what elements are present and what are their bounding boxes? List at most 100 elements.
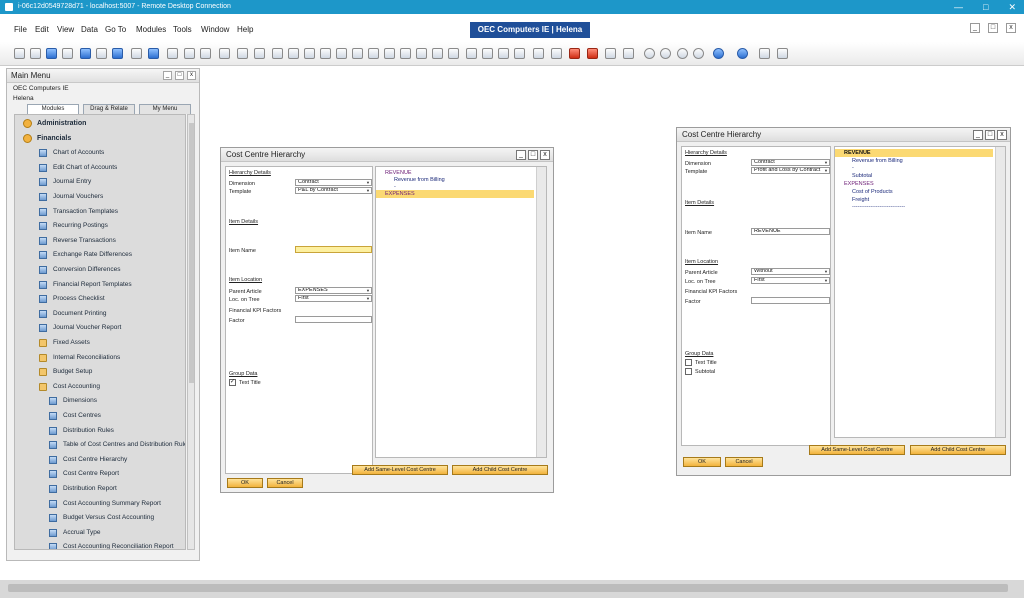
dashboard-icon[interactable] — [605, 48, 616, 59]
add-icon[interactable] — [184, 48, 195, 59]
loc-on-tree-select[interactable]: First — [295, 295, 372, 302]
first-record-icon[interactable] — [200, 48, 211, 59]
activity-icon[interactable] — [416, 48, 427, 59]
related-activity-icon[interactable] — [432, 48, 443, 59]
sidebar-item-cost-centres[interactable]: Cost Centres — [15, 409, 185, 423]
sidebar-item-accrual-type[interactable]: Accrual Type — [15, 526, 185, 540]
close-icon[interactable]: x — [187, 71, 196, 80]
sidebar-item-cost-accounting[interactable]: Cost Accounting — [15, 380, 185, 394]
layout-designer-icon[interactable] — [482, 48, 493, 59]
menu-goto[interactable]: Go To — [105, 25, 126, 34]
sidebar-item-transaction-templates[interactable]: Transaction Templates — [15, 205, 185, 219]
email-icon[interactable] — [46, 48, 57, 59]
last-record-icon[interactable] — [254, 48, 265, 59]
close-windows-icon[interactable] — [777, 48, 788, 59]
tab-modules[interactable]: Modules — [27, 104, 79, 114]
ok-button[interactable]: OK — [683, 457, 721, 467]
menu-edit[interactable]: Edit — [35, 25, 49, 34]
document-settings-icon[interactable] — [448, 48, 459, 59]
loc-on-tree-select[interactable]: First — [751, 277, 830, 284]
sidebar-item-exchange-rate-differences[interactable]: Exchange Rate Differences — [15, 248, 185, 262]
group-icon[interactable] — [660, 48, 671, 59]
tree-item-expenses[interactable]: EXPENSES — [844, 181, 874, 187]
base-document-icon[interactable] — [320, 48, 331, 59]
maximize-icon[interactable]: □ — [985, 130, 995, 140]
maximize-icon[interactable]: □ — [175, 71, 184, 80]
sidebar-item-journal-voucher-report[interactable]: Journal Voucher Report — [15, 321, 185, 335]
tree-item-expenses[interactable]: EXPENSES — [385, 191, 415, 197]
factor-input[interactable] — [295, 316, 372, 323]
refresh-icon[interactable] — [272, 48, 283, 59]
sidebar-item-financials[interactable]: Financials — [15, 132, 185, 146]
export-pdf-icon[interactable] — [112, 48, 123, 59]
tab-my-menu[interactable]: My Menu — [139, 104, 191, 114]
app-minimize-icon[interactable]: _ — [970, 23, 980, 33]
text-title-checkbox[interactable]: ✓ — [229, 379, 236, 386]
contacts-icon[interactable] — [677, 48, 688, 59]
query-icon[interactable] — [587, 48, 598, 59]
template-select[interactable]: P&L by Contract — [295, 187, 372, 194]
support-icon[interactable] — [713, 48, 724, 59]
tree-item-cost-of-products[interactable]: Cost of Products — [852, 189, 893, 195]
close-icon[interactable]: x — [997, 130, 1007, 140]
window-layout-icon[interactable] — [759, 48, 770, 59]
sidebar-item-reverse-transactions[interactable]: Reverse Transactions — [15, 234, 185, 248]
sidebar-item-conversion-differences[interactable]: Conversion Differences — [15, 263, 185, 277]
sidebar-item-cost-centre-hierarchy[interactable]: Cost Centre Hierarchy — [15, 453, 185, 467]
sidebar-item-journal-entry[interactable]: Journal Entry — [15, 175, 185, 189]
horizontal-scrollbar[interactable] — [8, 584, 1008, 592]
tree-scrollbar[interactable] — [995, 147, 1005, 437]
sidebar-item-dimensions[interactable]: Dimensions — [15, 394, 185, 408]
dimension-select[interactable]: Contract — [295, 179, 372, 186]
app-close-icon[interactable]: x — [1006, 23, 1016, 33]
menu-help[interactable]: Help — [237, 25, 253, 34]
sidebar-item-journal-vouchers[interactable]: Journal Vouchers — [15, 190, 185, 204]
export-word-icon[interactable] — [96, 48, 107, 59]
dimension-select[interactable]: Contract — [751, 159, 830, 166]
sidebar-item-distribution-rules[interactable]: Distribution Rules — [15, 424, 185, 438]
item-name-input[interactable] — [295, 246, 372, 253]
payment-means-icon[interactable] — [368, 48, 379, 59]
tree-item-separator[interactable]: - — [852, 165, 854, 171]
calendar-icon[interactable] — [533, 48, 544, 59]
next-record-icon[interactable] — [237, 48, 248, 59]
add-child-cost-centre-button[interactable]: Add Child Cost Centre — [452, 465, 548, 475]
export-excel-icon[interactable] — [80, 48, 91, 59]
sidebar-item-financial-report-templates[interactable]: Financial Report Templates — [15, 278, 185, 292]
lock-screen-icon[interactable] — [148, 48, 159, 59]
menu-window[interactable]: Window — [201, 25, 229, 34]
parent-article-select[interactable]: Without — [751, 268, 830, 275]
tree-item-revenue[interactable]: REVENUE — [385, 170, 412, 176]
restore-icon[interactable]: □ — [983, 0, 988, 14]
sidebar-item-table-of-cost-centres-and-distribution-rules[interactable]: Table of Cost Centres and Distribution R… — [15, 438, 185, 452]
sidebar-item-cost-centre-report[interactable]: Cost Centre Report — [15, 467, 185, 481]
add-same-level-cost-centre-button[interactable]: Add Same-Level Cost Centre — [352, 465, 448, 475]
sidebar-item-edit-chart-of-accounts[interactable]: Edit Chart of Accounts — [15, 161, 185, 175]
menu-modules[interactable]: Modules — [136, 25, 166, 34]
tab-drag-relate[interactable]: Drag & Relate — [83, 104, 135, 114]
tree-item-revenue[interactable]: REVENUE — [844, 150, 871, 156]
find-icon[interactable] — [167, 48, 178, 59]
help-icon[interactable] — [737, 48, 748, 59]
sidebar-item-distribution-report[interactable]: Distribution Report — [15, 482, 185, 496]
sidebar-item-budget-versus-cost-accounting[interactable]: Budget Versus Cost Accounting — [15, 511, 185, 525]
alerts-icon[interactable] — [498, 48, 509, 59]
parent-article-select[interactable]: EXPENSES — [295, 287, 372, 294]
launch-icon[interactable] — [131, 48, 142, 59]
app-restore-icon[interactable]: □ — [988, 23, 998, 33]
report-icon[interactable] — [569, 48, 580, 59]
tree-item-revenue-billing[interactable]: Revenue from Billing — [852, 158, 903, 164]
add-same-level-cost-centre-button[interactable]: Add Same-Level Cost Centre — [809, 445, 905, 455]
add-child-cost-centre-button[interactable]: Add Child Cost Centre — [910, 445, 1006, 455]
sidebar-item-process-checklist[interactable]: Process Checklist — [15, 292, 185, 306]
filter-icon[interactable] — [288, 48, 299, 59]
menu-view[interactable]: View — [57, 25, 74, 34]
tree-item-line[interactable]: ----------------------------- — [852, 204, 905, 210]
volume-weight-icon[interactable] — [400, 48, 411, 59]
menu-data[interactable]: Data — [81, 25, 98, 34]
web-icon[interactable] — [693, 48, 704, 59]
sidebar-item-fixed-assets[interactable]: Fixed Assets — [15, 336, 185, 350]
sidebar-item-cost-accounting-reconciliation-report[interactable]: Cost Accounting Reconciliation Report — [15, 540, 185, 549]
text-title-checkbox[interactable] — [685, 359, 692, 366]
previous-record-icon[interactable] — [219, 48, 230, 59]
